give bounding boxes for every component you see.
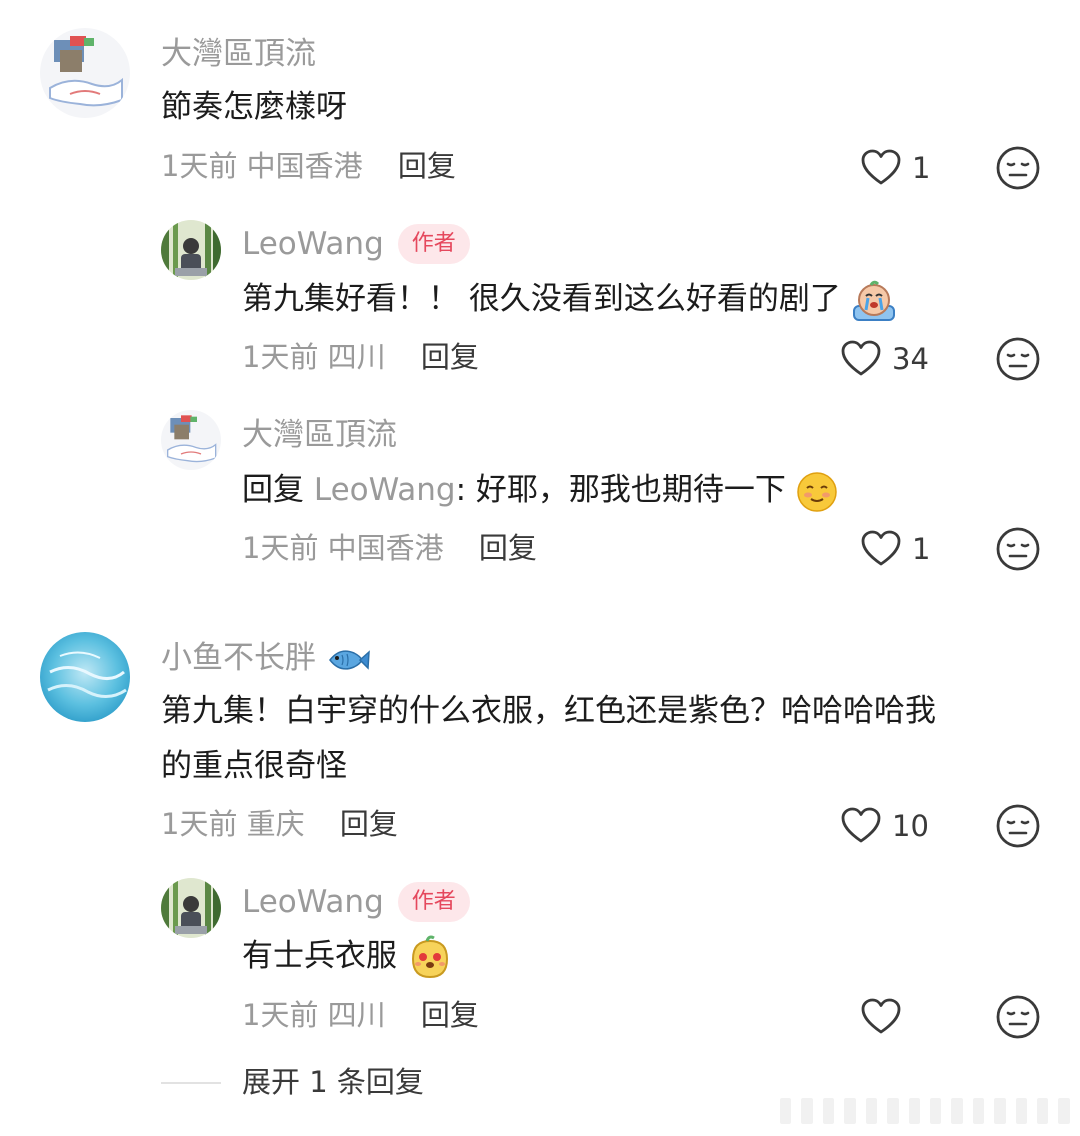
comment-username[interactable]: 大灣區頂流 [161,34,316,74]
like-button[interactable]: 1 [860,526,950,572]
reply-prefix: 回复 [242,472,304,508]
neutral-face-icon [995,145,1041,191]
like-button[interactable]: 1 [860,145,950,191]
reply-username-row: LeoWang 作者 [242,224,470,264]
watermark-stripes [780,1098,1070,1124]
comment-text: 第九集好看！！ 很久没看到这么好看的剧了 [242,281,841,317]
comment-meta: 1天前 四川 回复 [242,337,479,377]
comment-time: 1天前 [161,149,238,183]
heart-outline-icon [860,147,902,189]
dislike-button[interactable] [995,526,1041,572]
avatar[interactable] [40,632,130,722]
mention-link[interactable]: LeoWang [314,472,456,508]
avatar[interactable] [161,410,221,470]
username-row: 小鱼不长胖 [161,638,370,678]
like-count: 1 [912,532,931,566]
comment-meta: 1天前 中国香港 回复 [161,146,456,186]
reply-button[interactable]: 回复 [398,149,456,183]
like-button[interactable] [860,994,902,1040]
comment-time: 1天前 [242,340,319,374]
neutral-face-icon [995,994,1041,1040]
like-count: 34 [892,342,929,376]
comment-text: : 好耶，那我也期待一下 [455,472,786,508]
dislike-button[interactable] [995,803,1041,849]
neutral-face-icon [995,526,1041,572]
heart-outline-icon [860,996,902,1038]
comment-meta: 1天前 重庆 回复 [161,804,398,844]
comment-meta: 1天前 四川 回复 [242,995,479,1035]
comment-text: 節奏怎麼樣呀 [161,89,347,125]
heart-outline-icon [840,805,882,847]
heart-outline-icon [860,528,902,570]
dislike-button[interactable] [995,145,1041,191]
reply-button[interactable]: 回复 [479,531,537,565]
like-button[interactable]: 34 [840,336,930,382]
comment-username[interactable]: 小鱼不长胖 [161,640,316,676]
avatar[interactable] [161,220,221,280]
crying-emoji [852,280,895,321]
avatar[interactable] [40,28,130,118]
reply-button[interactable]: 回复 [421,340,479,374]
comment-text-row: 有士兵衣服 [242,929,453,984]
comment-username[interactable]: LeoWang [242,226,384,262]
like-count: 1 [912,151,931,185]
comment-meta: 1天前 中国香港 回复 [242,528,537,568]
author-badge: 作者 [397,882,470,922]
comment-text: 第九集！白宇穿的什么衣服，红色还是紫色？哈哈哈哈我 [161,693,936,729]
reply-button[interactable]: 回复 [421,998,479,1032]
dislike-button[interactable] [995,994,1041,1040]
comment-location: 四川 [327,340,386,374]
comment-time: 1天前 [242,998,319,1032]
smiling-emoji [797,471,837,512]
reply-username-row: LeoWang 作者 [242,882,470,922]
comment-text-continued: 的重点很奇怪 [161,748,347,784]
comment-username[interactable]: LeoWang [242,884,384,920]
comment-text-row: 第九集好看！！ 很久没看到这么好看的剧了 [242,272,897,327]
like-button[interactable]: 10 [840,803,930,849]
expand-replies-button[interactable]: 展开 1 条回复 [242,1062,424,1102]
comment-location: 中国香港 [246,149,363,183]
comment-location: 中国香港 [327,531,444,565]
comment-time: 1天前 [242,531,319,565]
comment-text-row: 回复 LeoWang: 好耶，那我也期待一下 [242,463,838,518]
comment-text: 有士兵衣服 [242,938,397,974]
heart-outline-icon [840,338,882,380]
author-badge: 作者 [397,224,470,264]
comment-location: 四川 [327,998,386,1032]
neutral-face-icon [995,336,1041,382]
expand-divider [161,1082,221,1084]
comment-username[interactable]: 大灣區頂流 [242,415,397,455]
cute-face-emoji [411,935,448,978]
like-count: 10 [892,809,929,843]
fish-emoji [328,649,370,670]
dislike-button[interactable] [995,336,1041,382]
avatar[interactable] [161,878,221,938]
comment-location: 重庆 [246,807,305,841]
comment-time: 1天前 [161,807,238,841]
reply-button[interactable]: 回复 [340,807,398,841]
neutral-face-icon [995,803,1041,849]
